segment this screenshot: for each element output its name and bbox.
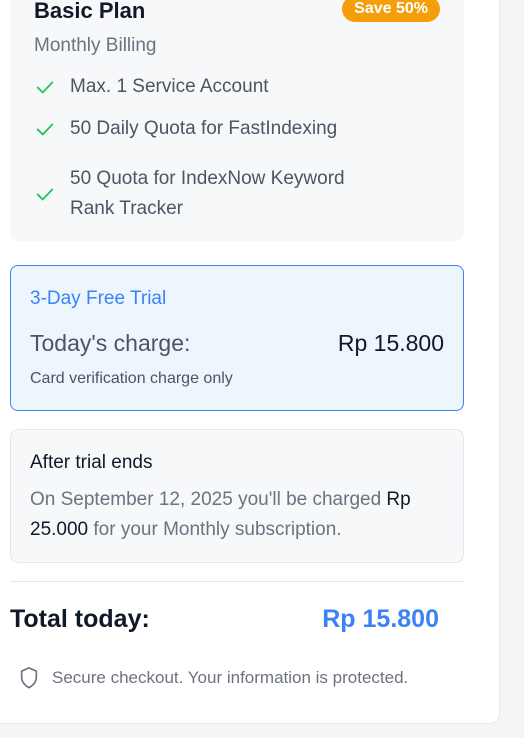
feature-label-line1: 50 Quota for IndexNow Keyword xyxy=(70,168,345,189)
feature-item: 50 Daily Quota for FastIndexing xyxy=(34,114,337,144)
billing-period: Monthly Billing xyxy=(34,35,157,56)
check-icon xyxy=(36,188,54,201)
save-badge: Save 50% xyxy=(342,0,440,22)
trial-title: 3-Day Free Trial xyxy=(30,288,167,309)
todays-charge-label: Today's charge: xyxy=(30,330,191,356)
after-trial-text-start: On September 12, 2025 you'll be charged xyxy=(30,489,382,510)
feature-label: Max. 1 Service Account xyxy=(70,76,269,97)
plan-summary: Basic Plan Save 50% Monthly Billing Max.… xyxy=(10,0,464,241)
divider xyxy=(10,581,464,582)
checkout-summary-card: Basic Plan Save 50% Monthly Billing Max.… xyxy=(0,0,500,724)
total-today-value: Rp 15.800 xyxy=(322,605,439,633)
check-icon xyxy=(36,123,54,136)
feature-label: 50 Daily Quota for FastIndexing xyxy=(70,118,338,139)
trial-summary: 3-Day Free Trial Today's charge: Rp 15.8… xyxy=(10,265,464,411)
feature-item: 50 Quota for IndexNow Keyword Rank Track… xyxy=(34,144,345,244)
feature-label: 50 Quota for IndexNow Keyword Rank Track… xyxy=(70,164,345,224)
after-trial-text: On September 12, 2025 you'll be charged … xyxy=(30,485,450,545)
secure-checkout-note: Secure checkout. Your information is pro… xyxy=(18,666,408,690)
plan-name: Basic Plan xyxy=(34,0,146,23)
secure-checkout-text: Secure checkout. Your information is pro… xyxy=(52,668,409,687)
shield-icon xyxy=(20,667,38,689)
todays-charge-value: Rp 15.800 xyxy=(337,330,444,356)
after-trial-title: After trial ends xyxy=(30,452,153,473)
check-icon xyxy=(36,81,54,94)
after-trial-info: After trial ends On September 12, 2025 y… xyxy=(10,429,464,563)
feature-label-line2: Rank Tracker xyxy=(70,198,183,219)
after-trial-text-end: for your Monthly subscription. xyxy=(88,519,342,540)
trial-note: Card verification charge only xyxy=(30,370,233,387)
total-today-label: Total today: xyxy=(10,605,150,633)
feature-item: Max. 1 Service Account xyxy=(34,72,269,102)
